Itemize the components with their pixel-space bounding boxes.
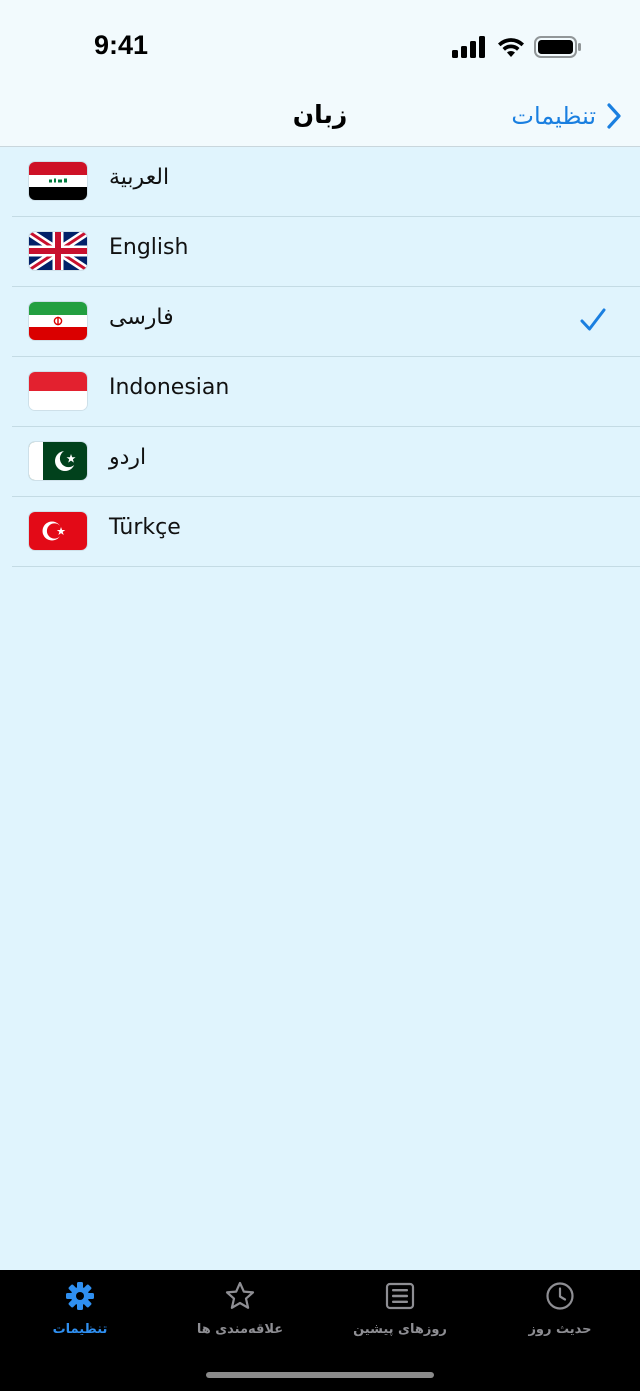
language-row-english[interactable]: English <box>12 217 640 287</box>
back-button-label: تنظیمات <box>511 102 596 130</box>
tab-bar: تنظیمات علاقه‌مندی ها روزهای پیشین حدیث … <box>0 1270 640 1391</box>
gear-icon <box>66 1282 94 1310</box>
status-time: 9:41 <box>94 30 149 60</box>
star-icon <box>225 1281 255 1309</box>
navigation-bar: زبان تنظیمات <box>0 90 640 147</box>
wifi-icon <box>498 38 524 57</box>
status-icons <box>452 36 582 58</box>
tab-previous-days[interactable]: روزهای پیشین <box>320 1270 480 1360</box>
language-row-arabic[interactable]: العربية <box>12 147 640 217</box>
tab-label: تنظیمات <box>52 1322 108 1337</box>
tab-settings[interactable]: تنظیمات <box>0 1270 160 1360</box>
tab-label: روزهای پیشین <box>353 1322 447 1337</box>
iraq-flag-icon <box>29 162 87 200</box>
uk-flag-icon <box>29 232 87 270</box>
language-label: Indonesian <box>109 375 230 400</box>
tab-label: حدیث روز <box>528 1322 592 1337</box>
language-label: Türkçe <box>109 515 181 540</box>
language-label: اردو <box>109 445 147 470</box>
clock-icon <box>546 1282 574 1310</box>
home-indicator <box>206 1372 434 1378</box>
tab-label: علاقه‌مندی ها <box>196 1322 284 1337</box>
tab-hadith-of-the-day[interactable]: حدیث روز <box>480 1270 640 1360</box>
language-row-urdu[interactable]: اردو <box>12 427 640 497</box>
iran-flag-icon <box>29 302 87 340</box>
language-label: العربية <box>109 165 170 190</box>
indonesia-flag-icon <box>29 372 87 410</box>
tab-favorites[interactable]: علاقه‌مندی ها <box>160 1270 320 1360</box>
language-row-turkish[interactable]: Türkçe <box>12 497 640 567</box>
chevron-right-icon <box>607 103 621 129</box>
cellular-signal-icon <box>452 36 485 58</box>
turkey-flag-icon <box>29 512 87 550</box>
back-button[interactable]: تنظیمات <box>511 96 622 136</box>
battery-icon <box>534 36 581 58</box>
language-label: فارسی <box>109 305 174 330</box>
checkmark-icon <box>580 308 606 331</box>
pakistan-flag-icon <box>29 442 87 480</box>
list-icon <box>385 1282 415 1310</box>
language-row-indonesian[interactable]: Indonesian <box>12 357 640 427</box>
language-list: العربية English فارسی Indonesian اردو Tü… <box>0 147 640 567</box>
language-label: English <box>109 235 189 260</box>
status-bar: 9:41 <box>0 0 640 90</box>
language-row-persian[interactable]: فارسی <box>12 287 640 357</box>
